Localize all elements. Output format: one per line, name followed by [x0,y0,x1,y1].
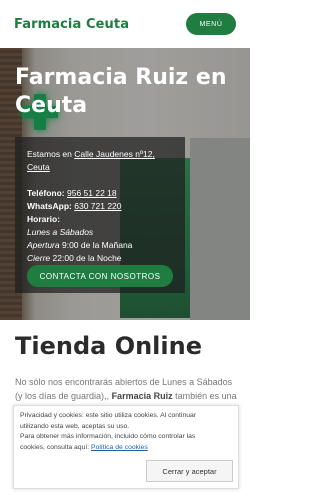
hours-open: Apertura 9:00 de la Mañana [27,240,133,250]
phone-line: Teléfono: 956 51 22 18 [27,187,173,200]
hero-title: Farmacia Ruiz en Ceuta [15,65,227,118]
phone-label: Teléfono: [27,188,65,198]
cookie-accept-button[interactable]: Cerrar y aceptar [146,460,233,482]
phone-link[interactable]: 956 51 22 18 [67,188,117,198]
brand-name: Farmacia Ruiz [111,391,173,401]
cookie-policy-link[interactable]: Política de cookies [91,444,148,451]
whatsapp-line: WhatsApp: 630 721 220 [27,200,173,213]
whatsapp-label: WhatsApp: [27,201,72,211]
contact-button[interactable]: CONTACTA CON NOSOTROS [27,265,173,287]
cookie-text: Privacidad y cookies: este sitio utiliza… [20,412,197,451]
hero-section: Farmacia Ruiz en Ceuta Estamos en Calle … [0,48,250,320]
hours-close: Cierre 22:00 de la Noche [27,253,122,263]
address-prefix: Estamos en [27,149,72,159]
intro-paragraph: No sólo nos encontrarás abiertos de Lune… [15,377,237,401]
site-header: Farmacia Ceuta MENÚ [0,0,250,48]
site-title[interactable]: Farmacia Ceuta [14,17,129,32]
hours-label: Horario: [27,214,61,224]
address-line: Estamos en Calle Jaudenes nº12, Ceuta [27,148,173,174]
menu-button[interactable]: MENÚ [186,13,236,35]
section-title: Tienda Online [15,332,202,360]
hours-line: Horario: [27,213,173,226]
hours-days: Lunes a Sábados [27,227,94,237]
cookie-banner: Privacidad y cookies: este sitio utiliza… [13,405,239,489]
whatsapp-link[interactable]: 630 721 220 [74,201,121,211]
